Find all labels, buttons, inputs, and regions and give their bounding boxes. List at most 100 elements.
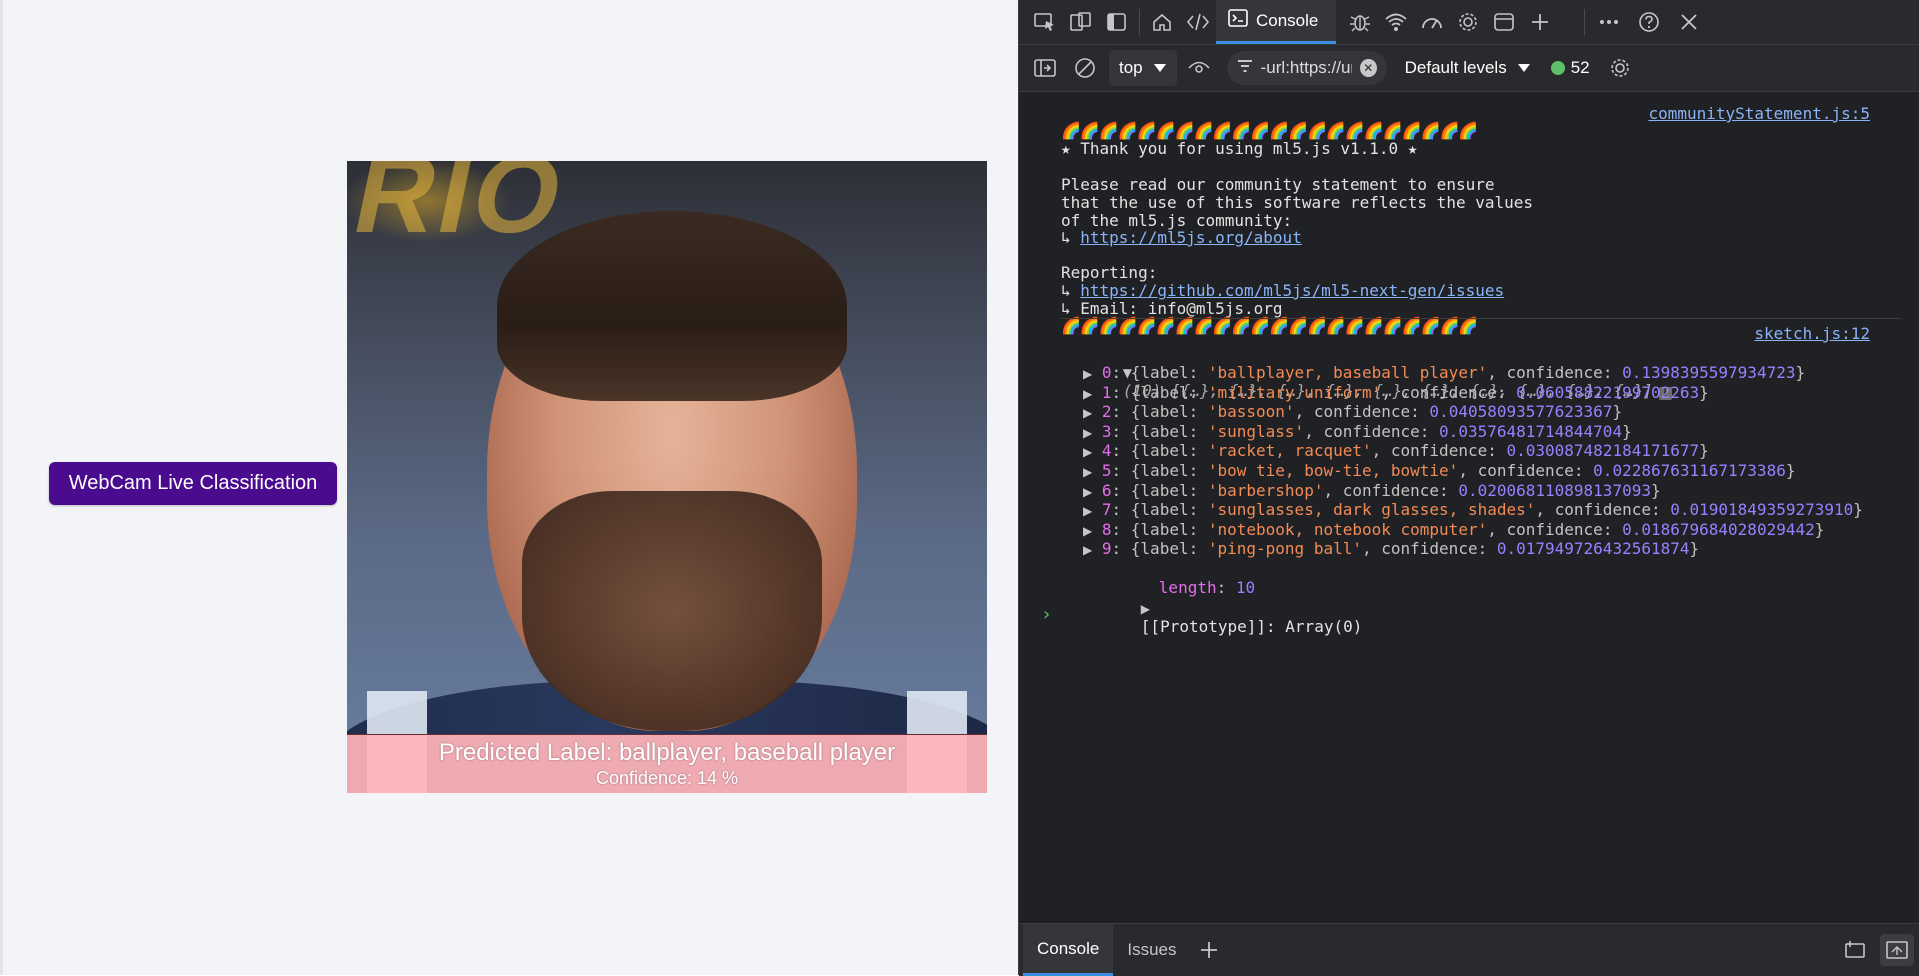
- result-confidence: 0.017949726432561874: [1496, 539, 1690, 559]
- colon: : {: [1111, 480, 1141, 500]
- closing-brace: }: [1853, 500, 1863, 520]
- sources-icon[interactable]: [1342, 0, 1378, 44]
- console-settings-gear-icon[interactable]: [1602, 46, 1638, 90]
- live-expression-eye-icon[interactable]: [1181, 46, 1217, 90]
- result-row[interactable]: ▶ 0: {label: 'ballplayer, baseball playe…: [1083, 363, 1805, 382]
- about-link[interactable]: https://ml5js.org/about: [1080, 228, 1302, 247]
- expand-triangle-icon[interactable]: ▶: [1083, 504, 1092, 518]
- context-selector[interactable]: top: [1109, 50, 1177, 86]
- result-row[interactable]: ▶ 8: {label: 'notebook, notebook compute…: [1083, 520, 1824, 539]
- result-row[interactable]: ▶ 9: {label: 'ping-pong ball', confidenc…: [1083, 539, 1699, 558]
- show-sidebar-icon[interactable]: [1027, 46, 1063, 90]
- more-icon[interactable]: [1591, 0, 1627, 44]
- result-label: 'barbershop': [1207, 480, 1324, 500]
- drawer-tab-issues[interactable]: Issues: [1113, 924, 1190, 976]
- label-key: label:: [1140, 500, 1208, 520]
- console-toolbar: top -url:https://ur ✕ Default levels 52: [1019, 45, 1919, 92]
- confidence-key: , confidence:: [1371, 441, 1507, 461]
- label-key: label:: [1140, 382, 1208, 402]
- console-prompt-icon[interactable]: ›: [1041, 604, 1052, 625]
- confidence-key: , confidence:: [1487, 519, 1623, 539]
- result-index: 8: [1101, 519, 1112, 539]
- result-index: 3: [1101, 421, 1112, 441]
- message-divider: [1061, 318, 1901, 319]
- confidence-key: , confidence:: [1294, 402, 1430, 422]
- closing-brace: }: [1622, 421, 1632, 441]
- result-label: 'racket, racquet': [1207, 441, 1372, 461]
- settings-gear-icon[interactable]: [1450, 0, 1486, 44]
- tab-console-label: Console: [1256, 10, 1319, 30]
- console-filter-input[interactable]: -url:https://ur ✕: [1226, 51, 1387, 85]
- prototype-label: [[Prototype]]: Array(0): [1140, 617, 1363, 636]
- classified-image: RIO Predicted Label: ballplayer, basebal…: [347, 161, 987, 793]
- drawer-tab-console[interactable]: Console: [1023, 924, 1114, 976]
- image-hair: [497, 211, 847, 401]
- add-drawer-tab-icon[interactable]: [1191, 928, 1227, 972]
- console-output: communityStatement.js:5 🌈🌈🌈🌈🌈🌈🌈🌈🌈🌈🌈🌈🌈🌈🌈🌈…: [1019, 92, 1919, 922]
- device-icon[interactable]: [1063, 0, 1099, 44]
- log-levels-label: Default levels: [1404, 58, 1507, 77]
- result-row[interactable]: ▶ 4: {label: 'racket, racquet', confiden…: [1083, 441, 1709, 460]
- web-page: WebCam Live Classification RIO Predicted…: [0, 0, 1018, 975]
- confidence-key: , confidence:: [1535, 500, 1671, 520]
- expand-triangle-icon[interactable]: ▶: [1083, 543, 1092, 557]
- colon: : {: [1111, 402, 1141, 422]
- prototype-row[interactable]: ▶ [[Prototype]]: Array(0): [1083, 579, 1363, 655]
- expand-triangle-icon[interactable]: ▶: [1083, 426, 1092, 440]
- image-beard: [522, 491, 822, 731]
- inspect-icon[interactable]: [1027, 0, 1063, 44]
- confidence-key: , confidence:: [1304, 421, 1440, 441]
- sidebar-icon[interactable]: [1099, 0, 1135, 44]
- dock-drawer-icon[interactable]: [1838, 928, 1874, 972]
- issues-link[interactable]: https://github.com/ml5js/ml5-next-gen/is…: [1080, 281, 1504, 300]
- expand-triangle-icon[interactable]: ▶: [1083, 485, 1092, 499]
- result-label: 'bow tie, bow-tie, bowtie': [1207, 461, 1459, 480]
- rainbow-line: 🌈🌈🌈🌈🌈🌈🌈🌈🌈🌈🌈🌈🌈🌈🌈🌈🌈🌈🌈🌈🌈🌈: [1061, 121, 1478, 140]
- devtools-panel: Console top -url:https://ur ✕ Default le…: [1018, 0, 1919, 976]
- result-index: 2: [1101, 402, 1112, 422]
- expand-triangle-icon[interactable]: ▶: [1083, 445, 1092, 459]
- help-icon[interactable]: [1631, 0, 1667, 44]
- welcome-icon[interactable]: [1144, 0, 1180, 44]
- sketch-source-link[interactable]: sketch.js:12: [1754, 324, 1870, 343]
- result-row[interactable]: ▶ 7: {label: 'sunglasses, dark glasses, …: [1083, 500, 1863, 519]
- message-count-badge[interactable]: 52: [1550, 58, 1590, 78]
- confidence-key: , confidence:: [1487, 363, 1623, 382]
- console-filter-value: -url:https://ur: [1260, 58, 1352, 77]
- close-icon[interactable]: [1671, 0, 1707, 44]
- expand-triangle-icon[interactable]: ▶: [1083, 387, 1092, 401]
- elements-icon[interactable]: [1180, 0, 1216, 44]
- result-row[interactable]: ▶ 3: {label: 'sunglass', confidence: 0.0…: [1083, 422, 1632, 441]
- quick-view-icon[interactable]: [1880, 934, 1914, 966]
- add-icon[interactable]: [1522, 0, 1558, 44]
- result-index: 1: [1101, 382, 1112, 402]
- label-key: label:: [1140, 461, 1208, 480]
- expand-triangle-icon[interactable]: ▶: [1083, 367, 1092, 381]
- result-row[interactable]: ▶ 1: {label: 'military uniform', confide…: [1083, 383, 1709, 402]
- expand-triangle-icon[interactable]: ▶: [1083, 406, 1092, 420]
- result-label: 'ballplayer, baseball player': [1207, 363, 1488, 382]
- label-key: label:: [1140, 480, 1208, 500]
- colon: : {: [1111, 461, 1141, 480]
- expand-triangle-icon[interactable]: ▶: [1083, 465, 1092, 479]
- result-index: 7: [1101, 500, 1112, 520]
- clear-filter-icon[interactable]: ✕: [1359, 59, 1377, 77]
- expand-triangle-icon[interactable]: ▶: [1083, 524, 1092, 538]
- webcam-classification-button[interactable]: WebCam Live Classification: [49, 462, 337, 505]
- expand-triangle-icon[interactable]: ▶: [1141, 602, 1150, 616]
- result-row[interactable]: ▶ 5: {label: 'bow tie, bow-tie, bowtie',…: [1083, 461, 1795, 480]
- thanks-line: ★ Thank you for using ml5.js v1.1.0 ★: [1061, 139, 1418, 158]
- result-index: 4: [1101, 441, 1112, 461]
- log-levels-dropdown[interactable]: Default levels: [1405, 58, 1531, 78]
- application-icon[interactable]: [1486, 0, 1522, 44]
- result-label: 'military uniform': [1207, 382, 1382, 402]
- performance-icon[interactable]: [1414, 0, 1450, 44]
- clear-console-icon[interactable]: [1067, 46, 1103, 90]
- confidence-label: Confidence: 14 %: [595, 768, 739, 788]
- result-row[interactable]: ▶ 2: {label: 'bassoon', confidence: 0.04…: [1083, 402, 1622, 421]
- tab-console[interactable]: Console: [1216, 0, 1337, 44]
- closing-brace: }: [1699, 441, 1709, 461]
- result-row[interactable]: ▶ 6: {label: 'barbershop', confidence: 0…: [1083, 481, 1661, 500]
- community-statement-source-link[interactable]: communityStatement.js:5: [1648, 104, 1870, 123]
- network-icon[interactable]: [1378, 0, 1414, 44]
